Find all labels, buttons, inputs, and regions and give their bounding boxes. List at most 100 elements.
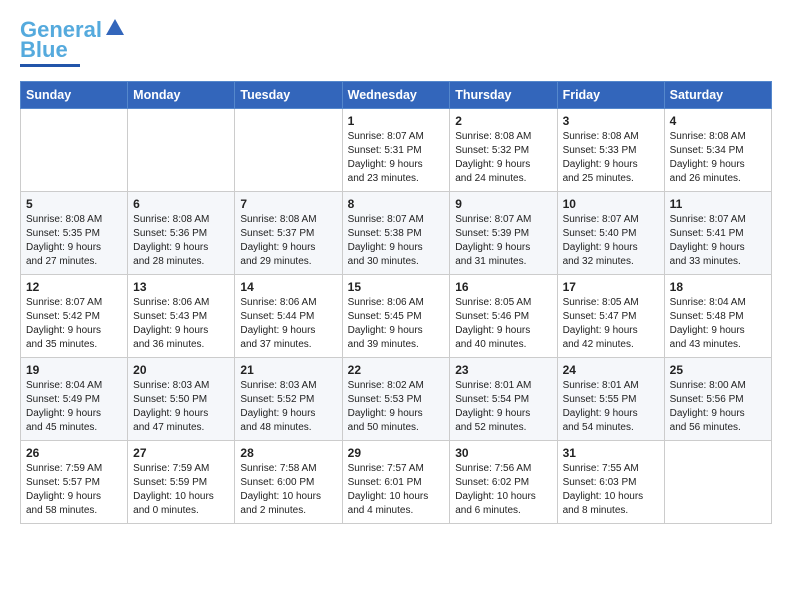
day-cell: 26 Sunrise: 7:59 AM Sunset: 5:57 PM Dayli…: [21, 441, 128, 524]
logo-blue-text: Blue: [20, 38, 68, 62]
day-cell: 17Sunrise: 8:05 AM Sunset: 5:47 PM Dayli…: [557, 275, 664, 358]
day-number: 21: [240, 363, 336, 377]
day-number: 14: [240, 280, 336, 294]
day-cell: 1 Sunrise: 8:07 AM Sunset: 5:31 PM Daylig…: [342, 109, 450, 192]
day-info: Sunrise: 8:07 AM Sunset: 5:38 PM Dayligh…: [348, 213, 445, 269]
day-info: Sunrise: 8:08 AM Sunset: 5:33 PM Dayligh…: [563, 130, 659, 186]
day-info: Sunrise: 8:07 AM Sunset: 5:41 PM Dayligh…: [670, 213, 766, 269]
day-cell: [128, 109, 235, 192]
day-number: 11: [670, 197, 766, 211]
day-number: 9: [455, 197, 551, 211]
day-cell: 4Sunrise: 8:08 AM Sunset: 5:34 PM Daylig…: [664, 109, 771, 192]
weekday-header-monday: Monday: [128, 82, 235, 109]
day-info: Sunrise: 8:08 AM Sunset: 5:37 PM Dayligh…: [240, 213, 336, 269]
day-number: 6: [133, 197, 229, 211]
day-cell: 6 Sunrise: 8:08 AM Sunset: 5:36 PM Daylig…: [128, 192, 235, 275]
weekday-header-tuesday: Tuesday: [235, 82, 342, 109]
day-info: Sunrise: 7:55 AM Sunset: 6:03 PM Dayligh…: [563, 462, 659, 518]
day-cell: [235, 109, 342, 192]
day-cell: 11 Sunrise: 8:07 AM Sunset: 5:41 PM Dayli…: [664, 192, 771, 275]
day-info: Sunrise: 8:08 AM Sunset: 5:32 PM Dayligh…: [455, 130, 551, 186]
day-number: 15: [348, 280, 445, 294]
day-cell: 12 Sunrise: 8:07 AM Sunset: 5:42 PM Dayli…: [21, 275, 128, 358]
day-cell: 16 Sunrise: 8:05 AM Sunset: 5:46 PM Dayli…: [450, 275, 557, 358]
day-cell: 2 Sunrise: 8:08 AM Sunset: 5:32 PM Daylig…: [450, 109, 557, 192]
day-cell: 5 Sunrise: 8:08 AM Sunset: 5:35 PM Daylig…: [21, 192, 128, 275]
day-info: Sunrise: 7:59 AM Sunset: 5:59 PM Dayligh…: [133, 462, 229, 518]
day-number: 7: [240, 197, 336, 211]
day-number: 18: [670, 280, 766, 294]
day-number: 25: [670, 363, 766, 377]
day-cell: 21 Sunrise: 8:03 AM Sunset: 5:52 PM Dayli…: [235, 358, 342, 441]
day-info: Sunrise: 7:59 AM Sunset: 5:57 PM Dayligh…: [26, 462, 122, 518]
day-number: 2: [455, 114, 551, 128]
day-number: 27: [133, 446, 229, 460]
weekday-header-thursday: Thursday: [450, 82, 557, 109]
day-number: 29: [348, 446, 445, 460]
weekday-header-friday: Friday: [557, 82, 664, 109]
day-info: Sunrise: 8:07 AM Sunset: 5:40 PM Dayligh…: [563, 213, 659, 269]
day-number: 22: [348, 363, 445, 377]
day-number: 31: [563, 446, 659, 460]
weekday-header-wednesday: Wednesday: [342, 82, 450, 109]
day-cell: 30 Sunrise: 7:56 AM Sunset: 6:02 PM Dayli…: [450, 441, 557, 524]
logo-icon: [104, 17, 126, 39]
day-cell: 10Sunrise: 8:07 AM Sunset: 5:40 PM Dayli…: [557, 192, 664, 275]
day-cell: 8 Sunrise: 8:07 AM Sunset: 5:38 PM Daylig…: [342, 192, 450, 275]
day-number: 26: [26, 446, 122, 460]
day-cell: [21, 109, 128, 192]
page: General Blue SundayMondayTuesdayWednesda…: [0, 0, 792, 542]
weekday-header-saturday: Saturday: [664, 82, 771, 109]
day-cell: 15 Sunrise: 8:06 AM Sunset: 5:45 PM Dayli…: [342, 275, 450, 358]
logo-line: [20, 64, 80, 67]
day-cell: 7 Sunrise: 8:08 AM Sunset: 5:37 PM Daylig…: [235, 192, 342, 275]
header: General Blue: [20, 18, 772, 67]
day-info: Sunrise: 8:00 AM Sunset: 5:56 PM Dayligh…: [670, 379, 766, 435]
day-number: 12: [26, 280, 122, 294]
day-info: Sunrise: 8:02 AM Sunset: 5:53 PM Dayligh…: [348, 379, 445, 435]
day-cell: 20 Sunrise: 8:03 AM Sunset: 5:50 PM Dayli…: [128, 358, 235, 441]
day-cell: 14Sunrise: 8:06 AM Sunset: 5:44 PM Dayli…: [235, 275, 342, 358]
day-info: Sunrise: 8:08 AM Sunset: 5:35 PM Dayligh…: [26, 213, 122, 269]
day-number: 4: [670, 114, 766, 128]
day-info: Sunrise: 8:07 AM Sunset: 5:42 PM Dayligh…: [26, 296, 122, 352]
day-cell: 19Sunrise: 8:04 AM Sunset: 5:49 PM Dayli…: [21, 358, 128, 441]
day-info: Sunrise: 7:56 AM Sunset: 6:02 PM Dayligh…: [455, 462, 551, 518]
week-row-4: 19Sunrise: 8:04 AM Sunset: 5:49 PM Dayli…: [21, 358, 772, 441]
day-cell: [664, 441, 771, 524]
day-number: 20: [133, 363, 229, 377]
day-info: Sunrise: 8:04 AM Sunset: 5:48 PM Dayligh…: [670, 296, 766, 352]
day-info: Sunrise: 8:07 AM Sunset: 5:39 PM Dayligh…: [455, 213, 551, 269]
day-info: Sunrise: 8:05 AM Sunset: 5:46 PM Dayligh…: [455, 296, 551, 352]
day-info: Sunrise: 8:03 AM Sunset: 5:52 PM Dayligh…: [240, 379, 336, 435]
day-info: Sunrise: 8:03 AM Sunset: 5:50 PM Dayligh…: [133, 379, 229, 435]
day-info: Sunrise: 8:01 AM Sunset: 5:54 PM Dayligh…: [455, 379, 551, 435]
day-number: 5: [26, 197, 122, 211]
day-number: 23: [455, 363, 551, 377]
day-info: Sunrise: 8:06 AM Sunset: 5:45 PM Dayligh…: [348, 296, 445, 352]
day-info: Sunrise: 8:06 AM Sunset: 5:43 PM Dayligh…: [133, 296, 229, 352]
day-cell: 22 Sunrise: 8:02 AM Sunset: 5:53 PM Dayli…: [342, 358, 450, 441]
day-info: Sunrise: 8:08 AM Sunset: 5:36 PM Dayligh…: [133, 213, 229, 269]
logo: General Blue: [20, 18, 126, 67]
week-row-1: 1 Sunrise: 8:07 AM Sunset: 5:31 PM Daylig…: [21, 109, 772, 192]
day-number: 3: [563, 114, 659, 128]
day-number: 1: [348, 114, 445, 128]
day-number: 8: [348, 197, 445, 211]
day-info: Sunrise: 8:05 AM Sunset: 5:47 PM Dayligh…: [563, 296, 659, 352]
day-number: 30: [455, 446, 551, 460]
day-number: 24: [563, 363, 659, 377]
day-number: 28: [240, 446, 336, 460]
day-cell: 28Sunrise: 7:58 AM Sunset: 6:00 PM Dayli…: [235, 441, 342, 524]
day-cell: 23 Sunrise: 8:01 AM Sunset: 5:54 PM Dayli…: [450, 358, 557, 441]
day-cell: 24Sunrise: 8:01 AM Sunset: 5:55 PM Dayli…: [557, 358, 664, 441]
day-number: 13: [133, 280, 229, 294]
day-cell: 29Sunrise: 7:57 AM Sunset: 6:01 PM Dayli…: [342, 441, 450, 524]
day-info: Sunrise: 8:07 AM Sunset: 5:31 PM Dayligh…: [348, 130, 445, 186]
day-cell: 13 Sunrise: 8:06 AM Sunset: 5:43 PM Dayli…: [128, 275, 235, 358]
week-row-3: 12 Sunrise: 8:07 AM Sunset: 5:42 PM Dayli…: [21, 275, 772, 358]
day-number: 16: [455, 280, 551, 294]
calendar-table: SundayMondayTuesdayWednesdayThursdayFrid…: [20, 81, 772, 524]
weekday-header-sunday: Sunday: [21, 82, 128, 109]
weekday-header-row: SundayMondayTuesdayWednesdayThursdayFrid…: [21, 82, 772, 109]
